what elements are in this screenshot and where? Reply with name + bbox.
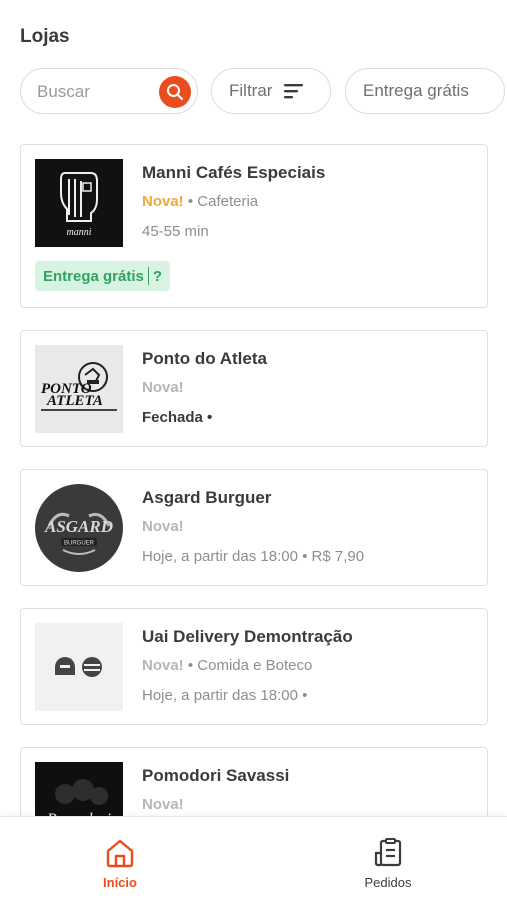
orders-icon bbox=[338, 835, 438, 871]
search-input[interactable] bbox=[37, 80, 157, 104]
store-logo-asgard-burguer: ASGARD BURGUER bbox=[35, 484, 123, 572]
free-delivery-badge: Entrega grátis ? bbox=[35, 261, 171, 291]
nav-label-home: Início bbox=[103, 875, 137, 890]
store-category: • Comida e Boteco bbox=[183, 657, 313, 674]
store-card-ponto-do-atleta[interactable]: PONTO ATLETA Ponto do Atleta Nova! Fecha… bbox=[20, 330, 488, 447]
free-delivery-label: Entrega grátis bbox=[363, 81, 469, 100]
store-info: Manni Cafés Especiais Nova! • Cafeteria … bbox=[142, 162, 477, 242]
store-info: Uai Delivery Demontração Nova! • Comida … bbox=[142, 626, 477, 706]
nav-item-home[interactable]: Início bbox=[70, 835, 170, 890]
store-name: Asgard Burguer bbox=[142, 488, 272, 507]
search-box[interactable] bbox=[20, 68, 198, 114]
filter-bar: Filtrar Entrega grátis bbox=[20, 68, 505, 114]
store-name: Manni Cafés Especiais bbox=[142, 163, 326, 182]
store-category: • Cafeteria bbox=[183, 193, 259, 210]
store-name: Pomodori Savassi bbox=[142, 766, 290, 785]
svg-text:ATLETA: ATLETA bbox=[46, 393, 103, 409]
svg-text:manni: manni bbox=[67, 227, 92, 238]
store-name: Uai Delivery Demontração bbox=[142, 627, 353, 646]
store-logo-manni: manni bbox=[35, 159, 123, 247]
new-tag: Nova! bbox=[142, 193, 184, 210]
badge-label: Entrega grátis bbox=[43, 267, 144, 285]
store-info: Pomodori Savassi Nova! bbox=[142, 765, 477, 815]
search-icon bbox=[167, 84, 184, 101]
delivery-time: 45-55 min bbox=[142, 223, 209, 240]
filter-label: Filtrar bbox=[229, 81, 273, 100]
badge-divider bbox=[147, 267, 149, 285]
store-card-uai-delivery[interactable]: Uai Delivery Demontração Nova! • Comida … bbox=[20, 608, 488, 725]
store-name: Ponto do Atleta bbox=[142, 349, 267, 368]
store-logo-ponto-do-atleta: PONTO ATLETA bbox=[35, 345, 123, 433]
free-delivery-filter[interactable]: Entrega grátis bbox=[345, 68, 505, 114]
new-tag: Nova! bbox=[142, 379, 184, 396]
store-card-asgard-burguer[interactable]: ASGARD BURGUER Asgard Burguer Nova! Hoje… bbox=[20, 469, 488, 586]
store-logo-uai-delivery bbox=[35, 623, 123, 711]
svg-text:ASGARD: ASGARD bbox=[44, 517, 113, 536]
store-meta: Nova! • Cafeteria bbox=[142, 192, 477, 212]
store-meta: Nova! • Comida e Boteco bbox=[142, 656, 477, 676]
new-tag: Nova! bbox=[142, 657, 184, 674]
new-tag: Nova! bbox=[142, 518, 184, 535]
page-title: Lojas bbox=[20, 26, 70, 47]
svg-text:BURGUER: BURGUER bbox=[64, 541, 95, 547]
store-info: Ponto do Atleta Nova! Fechada • bbox=[142, 348, 477, 428]
store-card-manni[interactable]: manni Manni Cafés Especiais Nova! • Cafe… bbox=[20, 144, 488, 308]
badge-help-icon[interactable]: ? bbox=[153, 268, 162, 285]
bottom-nav: Início Pedidos bbox=[0, 816, 507, 900]
store-status: Fechada • bbox=[142, 409, 213, 426]
nav-label-orders: Pedidos bbox=[364, 875, 412, 890]
filter-icon bbox=[284, 83, 304, 99]
new-tag: Nova! bbox=[142, 796, 184, 813]
store-info: Asgard Burguer Nova! Hoje, a partir das … bbox=[142, 487, 477, 567]
store-meta: Nova! bbox=[142, 378, 477, 398]
store-meta: Nova! bbox=[142, 517, 477, 537]
filter-button[interactable]: Filtrar bbox=[211, 68, 331, 114]
search-button[interactable] bbox=[159, 76, 191, 108]
store-meta: Nova! bbox=[142, 795, 477, 815]
store-schedule: Hoje, a partir das 18:00 • R$ 7,90 bbox=[142, 548, 365, 565]
home-icon bbox=[70, 835, 170, 871]
store-schedule: Hoje, a partir das 18:00 • bbox=[142, 687, 308, 704]
nav-item-orders[interactable]: Pedidos bbox=[338, 835, 438, 890]
